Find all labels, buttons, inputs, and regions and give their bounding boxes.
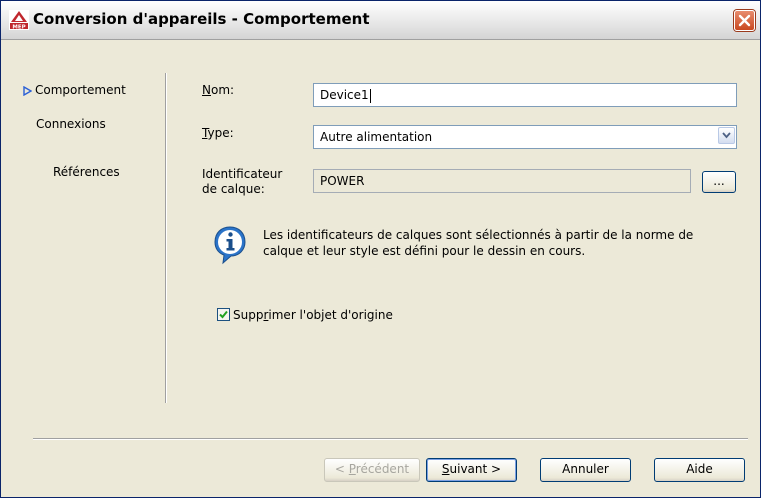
help-button[interactable]: Aide (654, 458, 745, 482)
checkmark-icon (219, 310, 228, 319)
chevron-down-icon (722, 132, 731, 139)
nav-item-label: Comportement (35, 83, 126, 97)
window-title: Conversion d'appareils - Comportement (33, 10, 370, 28)
text-caret (369, 88, 371, 103)
type-select[interactable]: Autre alimentation (313, 125, 737, 149)
title-bar[interactable]: MEP Conversion d'appareils - Comportemen… (1, 1, 760, 40)
browse-layer-key-button[interactable]: ... (702, 171, 736, 193)
nav-item-connexions[interactable]: Connexions (36, 117, 106, 131)
svg-text:MEP: MEP (12, 25, 25, 31)
close-icon (738, 14, 751, 27)
erase-original-label[interactable]: Supprimer l'objet d'origine (233, 308, 393, 322)
type-select-value: Autre alimentation (320, 130, 433, 144)
play-arrow-icon (23, 86, 32, 96)
layer-key-input: POWER (313, 169, 691, 193)
nav-item-comportement[interactable]: Comportement (23, 83, 126, 97)
layer-key-value: POWER (320, 174, 365, 188)
name-label: Nom: (202, 83, 235, 97)
nav-divider (165, 73, 166, 403)
footer-divider (33, 438, 748, 439)
name-input-value: Device1 (320, 88, 369, 102)
next-button[interactable]: Suivant > (426, 458, 517, 482)
info-text: Les identificateurs de calques sont séle… (263, 228, 694, 258)
autocad-mep-icon: MEP (9, 10, 29, 31)
erase-original-checkbox[interactable] (217, 308, 230, 321)
cancel-button[interactable]: Annuler (540, 458, 631, 482)
close-button[interactable] (734, 10, 755, 31)
nav-item-references[interactable]: Références (53, 165, 120, 179)
layer-key-label: Identificateur de calque: (202, 167, 283, 196)
type-label: Type: (202, 126, 234, 140)
nav-item-label: Références (53, 165, 120, 179)
nav-item-label: Connexions (36, 117, 106, 131)
info-icon (213, 225, 247, 265)
name-input[interactable]: Device1 (313, 83, 737, 107)
dialog-window: MEP Conversion d'appareils - Comportemen… (0, 0, 761, 498)
dropdown-button[interactable] (718, 127, 735, 144)
back-button[interactable]: < Précédent (324, 458, 420, 482)
